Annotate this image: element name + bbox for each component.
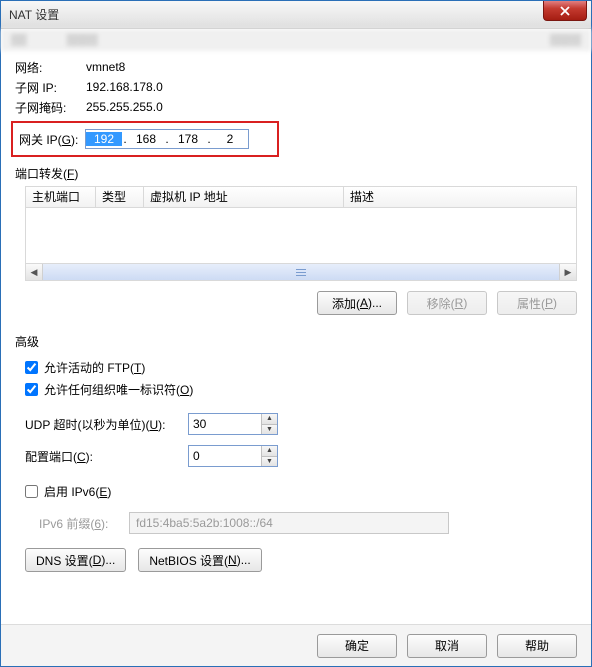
allow-active-ftp-checkbox[interactable]	[25, 361, 38, 374]
config-port-label: 配置端口(C):	[25, 448, 180, 465]
dialog-footer: 确定 取消 帮助	[1, 624, 591, 666]
network-row: 网络: vmnet8	[15, 57, 577, 77]
allow-any-oui-checkbox[interactable]	[25, 383, 38, 396]
col-vm-ip[interactable]: 虚拟机 IP 地址	[144, 187, 344, 207]
close-icon	[560, 6, 570, 16]
network-label: 网络:	[15, 59, 80, 76]
spin-down-icon[interactable]: ▼	[262, 457, 277, 467]
gateway-highlight-box: 网关 IP(G): 192. 168. 178. 2	[11, 121, 279, 157]
ipv6-prefix-input: fd15:4ba5:5a2b:1008::/64	[129, 512, 449, 534]
add-button[interactable]: 添加(A)...	[317, 291, 397, 315]
spin-down-icon[interactable]: ▼	[262, 425, 277, 435]
config-port-input[interactable]	[189, 446, 261, 466]
gateway-oct1[interactable]: 192	[86, 132, 122, 146]
remove-button: 移除(R)	[407, 291, 487, 315]
close-button[interactable]	[543, 1, 587, 21]
help-button[interactable]: 帮助	[497, 634, 577, 658]
col-type[interactable]: 类型	[96, 187, 144, 207]
cancel-button[interactable]: 取消	[407, 634, 487, 658]
network-value: vmnet8	[86, 60, 125, 74]
spin-up-icon[interactable]: ▲	[262, 446, 277, 457]
subnet-ip-value: 192.168.178.0	[86, 80, 163, 94]
ipv6-prefix-label: IPv6 前缀(6):	[39, 515, 121, 532]
subnet-mask-row: 子网掩码: 255.255.255.0	[15, 97, 577, 117]
gateway-oct4[interactable]: 2	[212, 132, 248, 146]
col-desc[interactable]: 描述	[344, 187, 576, 207]
enable-ipv6-label[interactable]: 启用 IPv6(E)	[44, 483, 111, 500]
gateway-label: 网关 IP(G):	[19, 131, 85, 148]
obscured-header-row: ▒▒▒▒▒▒▒▒▒▒	[1, 29, 591, 51]
udp-timeout-spinner[interactable]: ▲▼	[188, 413, 278, 435]
nat-settings-dialog: NAT 设置 ▒▒▒▒▒▒▒▒▒▒ 网络: vmnet8 子网 IP: 192.…	[0, 0, 592, 667]
gateway-oct3[interactable]: 178	[170, 132, 206, 146]
spin-up-icon[interactable]: ▲	[262, 414, 277, 425]
properties-button: 属性(P)	[497, 291, 577, 315]
config-port-spinner[interactable]: ▲▼	[188, 445, 278, 467]
subnet-ip-label: 子网 IP:	[15, 79, 80, 96]
gateway-oct2[interactable]: 168	[128, 132, 164, 146]
scroll-thumb[interactable]	[43, 264, 559, 280]
port-forward-table-header: 主机端口 类型 虚拟机 IP 地址 描述	[25, 186, 577, 208]
udp-timeout-input[interactable]	[189, 414, 261, 434]
scroll-right-icon[interactable]: ▶	[559, 264, 576, 280]
scroll-track[interactable]	[43, 264, 559, 280]
ok-button[interactable]: 确定	[317, 634, 397, 658]
allow-active-ftp-label[interactable]: 允许活动的 FTP(T)	[44, 359, 145, 376]
port-forward-hscrollbar[interactable]: ◀ ▶	[25, 264, 577, 281]
advanced-fieldset: 高级 允许活动的 FTP(T) 允许任何组织唯一标识符(O) UDP 超时(以秒…	[15, 333, 577, 572]
col-host-port[interactable]: 主机端口	[26, 187, 96, 207]
titlebar[interactable]: NAT 设置	[1, 1, 591, 29]
udp-timeout-label: UDP 超时(以秒为单位)(U):	[25, 416, 180, 433]
gateway-ip-input[interactable]: 192. 168. 178. 2	[85, 129, 249, 149]
enable-ipv6-checkbox[interactable]	[25, 485, 38, 498]
port-forward-legend: 端口转发(F)	[15, 165, 577, 182]
port-forward-table-body[interactable]	[25, 208, 577, 264]
allow-any-oui-label[interactable]: 允许任何组织唯一标识符(O)	[44, 381, 193, 398]
port-forward-fieldset: 端口转发(F) 主机端口 类型 虚拟机 IP 地址 描述 ◀ ▶ 添	[15, 165, 577, 315]
advanced-legend: 高级	[15, 333, 577, 350]
scroll-left-icon[interactable]: ◀	[26, 264, 43, 280]
window-title: NAT 设置	[9, 6, 59, 23]
subnet-ip-row: 子网 IP: 192.168.178.0	[15, 77, 577, 97]
dns-settings-button[interactable]: DNS 设置(D)...	[25, 548, 126, 572]
subnet-mask-value: 255.255.255.0	[86, 100, 163, 114]
netbios-settings-button[interactable]: NetBIOS 设置(N)...	[138, 548, 261, 572]
subnet-mask-label: 子网掩码:	[15, 99, 80, 116]
